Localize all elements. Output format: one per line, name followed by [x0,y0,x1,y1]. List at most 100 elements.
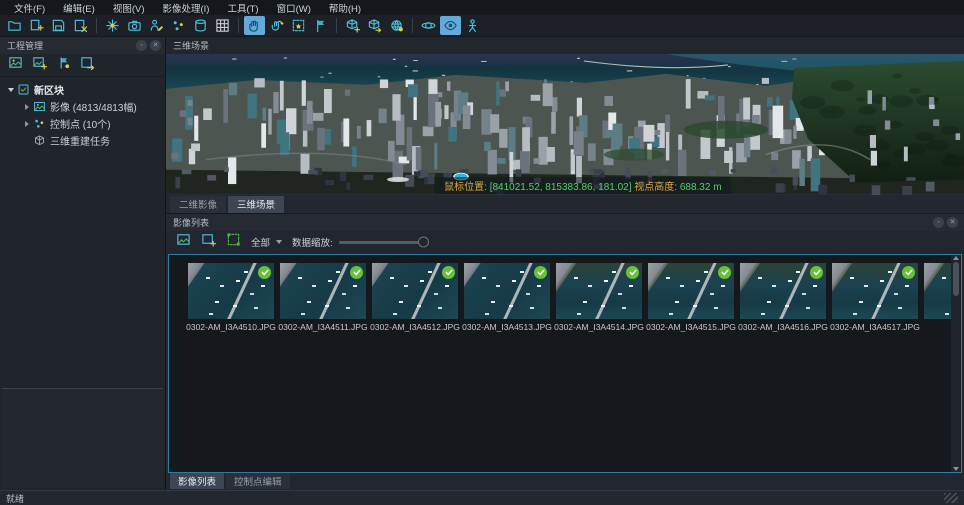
aerial-image-preview[interactable] [648,263,734,319]
image-thumbnail-8[interactable]: 0302-AM_I3A4517.JPG [829,263,921,473]
menu-item-1[interactable]: 文件(F) [6,0,53,16]
project-panel-lower-area [2,388,163,488]
image-icon [176,232,191,247]
add-control-point-button[interactable] [56,55,71,75]
pose-edit-icon [149,18,164,33]
menu-bar: 文件(F)编辑(E)视图(V)影像处理(I)工具(T)窗口(W)帮助(H) [0,0,964,15]
pan-hand-button[interactable] [244,16,265,35]
pose-edit-button[interactable] [146,16,167,35]
image-thumbnail-1[interactable]: 0302-AM_I3A4510.JPG [185,263,277,473]
menu-item-4[interactable]: 影像处理(I) [154,0,217,16]
image-thumbnail-5[interactable]: 0302-AM_I3A4514.JPG [553,263,645,473]
scene-panel-title: 三维场景 [173,39,209,52]
data-zoom-slider-handle[interactable] [418,237,429,248]
menu-item-5[interactable]: 工具(T) [219,0,266,16]
aerial-image-preview[interactable] [372,263,458,319]
image-filename: 0302-AM_I3A4512.JPG [370,322,460,332]
image-thumbnail-2[interactable]: 0302-AM_I3A4511.JPG [277,263,369,473]
image-thumbnail-9[interactable] [921,263,951,473]
marquee-select-button[interactable] [288,16,309,35]
aerial-image-preview[interactable] [924,263,951,319]
menu-item-2[interactable]: 编辑(E) [55,0,103,16]
close-panel-icon[interactable]: ✕ [150,40,161,51]
pan-hand-icon [247,18,262,33]
tab-3d-scene[interactable]: 三维场景 [228,196,284,213]
data-zoom-slider[interactable] [339,241,427,244]
expand-arrow-icon[interactable] [6,88,16,92]
project-panel-toolbar [0,54,165,77]
camera-button[interactable] [124,16,145,35]
image-add-button[interactable] [201,232,216,252]
image-filename: 0302-AM_I3A4511.JPG [278,322,367,332]
tab-2d-image[interactable]: 二维影像 [170,196,226,213]
3d-viewport[interactable]: 鼠标位置: [841021.52, 815383.86, 181.02] 视点高… [166,54,964,195]
flag-button[interactable] [310,16,331,35]
export-button[interactable] [80,55,95,75]
rotate-hand-button[interactable] [266,16,287,35]
close-panel-icon[interactable]: ✕ [947,217,958,228]
eye-view-icon [443,18,458,33]
scrollbar-thumb[interactable] [953,262,959,296]
image-filename: 0302-AM_I3A4514.JPG [554,322,644,332]
resize-grip[interactable] [944,493,958,503]
scroll-up-icon[interactable] [953,256,959,260]
check-icon [350,266,363,279]
export-model-button[interactable] [364,16,385,35]
aerial-image-preview[interactable] [188,263,274,319]
aerial-image-preview[interactable] [832,263,918,319]
add-images-button[interactable] [32,55,47,75]
image-thumbnail-6[interactable]: 0302-AM_I3A4515.JPG [645,263,737,473]
image-filename: 0302-AM_I3A4517.JPG [830,322,920,332]
open-project-button[interactable] [4,16,25,35]
aerial-image-preview[interactable] [740,263,826,319]
aerial-image-preview[interactable] [464,263,550,319]
view-height-label: 视点高度: [634,182,677,193]
tab-image-list[interactable]: 影像列表 [170,473,224,489]
scroll-down-icon[interactable] [953,467,959,471]
check-icon [810,266,823,279]
grid-button[interactable] [212,16,233,35]
select-all-button[interactable] [226,232,241,252]
reconstruction-button[interactable] [386,16,407,35]
collapse-arrow-icon[interactable] [22,104,32,110]
collapse-arrow-icon[interactable] [22,121,32,127]
save-project-button[interactable] [48,16,69,35]
add-model-button[interactable] [342,16,363,35]
image-thumbnail-4[interactable]: 0302-AM_I3A4513.JPG [461,263,553,473]
tripod-person-button[interactable] [462,16,483,35]
import-images-button[interactable] [8,55,23,75]
tree-item-1[interactable]: 新区块 [0,81,165,98]
add-images-icon [32,55,47,70]
close-project-button[interactable] [70,16,91,35]
float-panel-icon[interactable]: ◦ [136,40,147,51]
eye-view-button[interactable] [440,16,461,35]
check-icon [442,266,455,279]
float-panel-icon[interactable]: ◦ [933,217,944,228]
export-icon [80,55,95,70]
aerial-image-preview[interactable] [280,263,366,319]
aerial-image-preview[interactable] [556,263,642,319]
tree-item-label: 控制点 (10个) [50,116,111,131]
image-filename: 0302-AM_I3A4515.JPG [646,322,736,332]
main-toolbar [0,15,964,37]
tree-item-4[interactable]: 三维重建任务 [0,132,165,149]
aerotriangulation-button[interactable] [102,16,123,35]
new-block-button[interactable] [26,16,47,35]
image-button[interactable] [176,232,191,252]
image-filter-dropdown[interactable]: 全部 [251,235,282,249]
menu-item-7[interactable]: 帮助(H) [321,0,369,16]
database-button[interactable] [190,16,211,35]
tie-points-button[interactable] [168,16,189,35]
orbit-view-button[interactable] [418,16,439,35]
tree-item-2[interactable]: 影像 (4813/4813幅) [0,98,165,115]
menu-item-6[interactable]: 窗口(W) [269,0,319,16]
tab-control-point-edit[interactable]: 控制点编辑 [226,473,290,489]
image-thumbnail-3[interactable]: 0302-AM_I3A4512.JPG [369,263,461,473]
image-list-toolbar: 全部 数据缩放: [166,231,964,254]
menu-item-3[interactable]: 视图(V) [105,0,153,16]
view-height-value: 688.32 m [680,182,722,193]
thumbnails-scrollbar[interactable] [951,255,961,473]
tree-item-3[interactable]: 控制点 (10个) [0,115,165,132]
add-control-point-icon [56,55,71,70]
image-thumbnail-7[interactable]: 0302-AM_I3A4516.JPG [737,263,829,473]
